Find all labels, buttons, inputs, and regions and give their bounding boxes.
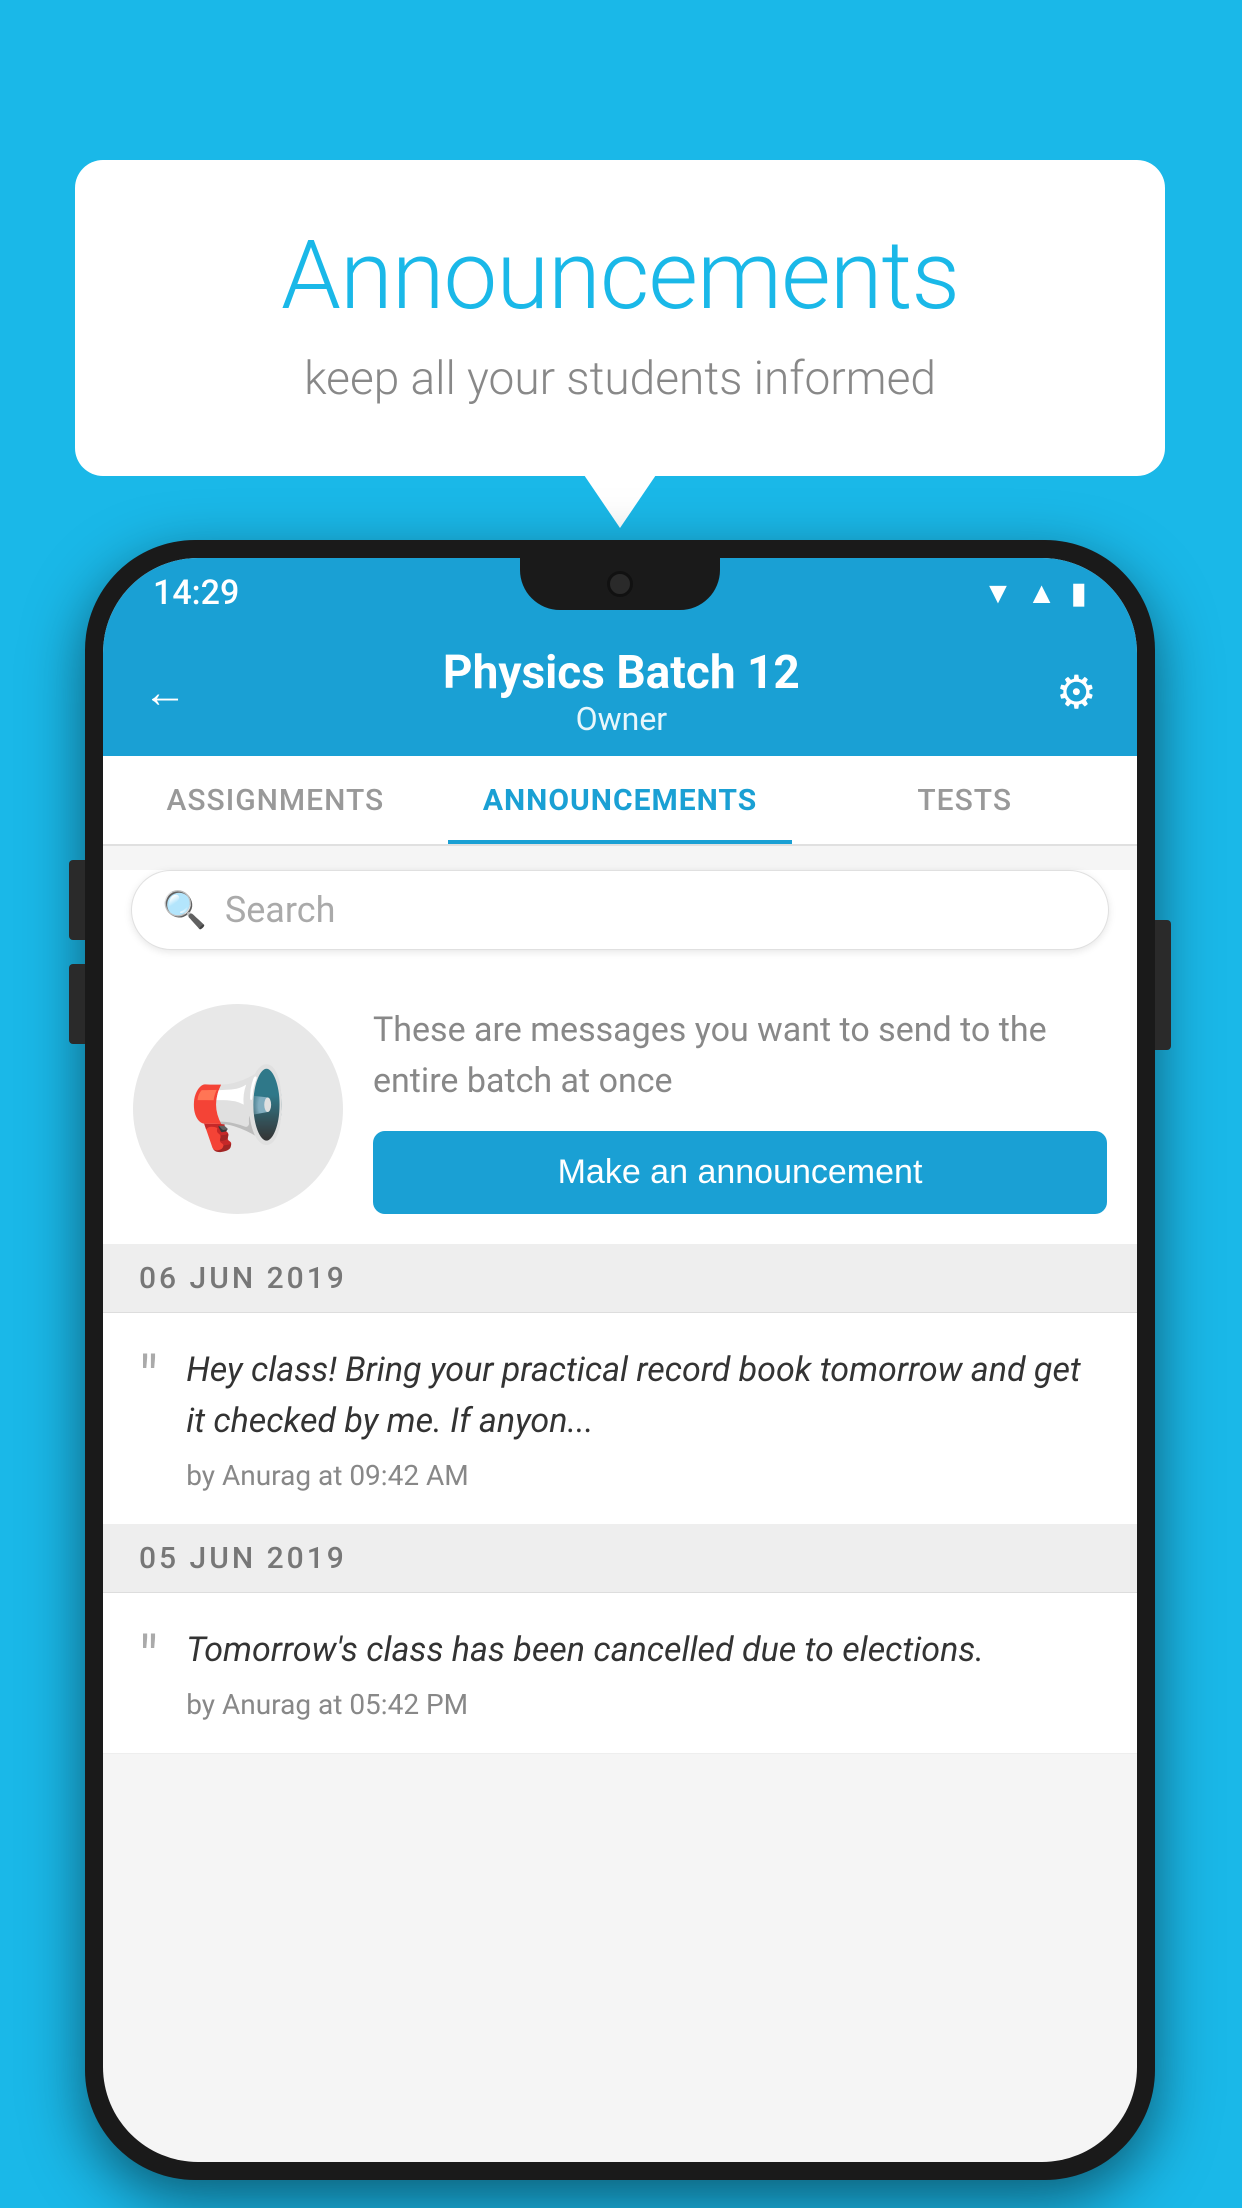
date-separator-1: 06 JUN 2019 <box>103 1245 1137 1313</box>
quote-icon-1: " <box>139 1349 158 1409</box>
settings-icon[interactable]: ⚙ <box>1056 665 1097 720</box>
tab-announcements[interactable]: ANNOUNCEMENTS <box>448 756 793 844</box>
status-icons: ▼ ▲ ▮ <box>983 576 1087 611</box>
phone-outer: 14:29 ▼ ▲ ▮ ← Physics Batch 12 Owner ⚙ <box>85 540 1155 2180</box>
bubble-title: Announcements <box>155 220 1085 332</box>
search-bar[interactable]: 🔍 Search <box>131 870 1109 950</box>
announcement-meta-1: by Anurag at 09:42 AM <box>186 1459 1101 1492</box>
bubble-subtitle: keep all your students informed <box>155 352 1085 406</box>
batch-role: Owner <box>443 700 800 738</box>
camera-dot <box>607 571 633 597</box>
wifi-icon: ▼ <box>983 576 1013 611</box>
power-button[interactable] <box>1155 920 1171 1050</box>
side-buttons-left <box>69 860 85 1068</box>
batch-title: Physics Batch 12 <box>443 646 800 700</box>
speech-bubble-section: Announcements keep all your students inf… <box>75 160 1165 476</box>
announcement-text-2: Tomorrow's class has been cancelled due … <box>186 1625 1101 1676</box>
make-announcement-button[interactable]: Make an announcement <box>373 1131 1107 1214</box>
tabs-bar: ASSIGNMENTS ANNOUNCEMENTS TESTS <box>103 756 1137 846</box>
announcement-meta-2: by Anurag at 05:42 PM <box>186 1688 1101 1721</box>
header-center: Physics Batch 12 Owner <box>443 646 800 738</box>
phone-screen: 14:29 ▼ ▲ ▮ ← Physics Batch 12 Owner ⚙ <box>103 558 1137 2162</box>
side-button-right <box>1155 920 1171 1050</box>
phone-notch <box>520 558 720 610</box>
date-separator-2: 05 JUN 2019 <box>103 1525 1137 1593</box>
battery-icon: ▮ <box>1070 576 1087 611</box>
announcement-promo: 📢 These are messages you want to send to… <box>103 974 1137 1245</box>
speech-bubble: Announcements keep all your students inf… <box>75 160 1165 476</box>
tab-assignments[interactable]: ASSIGNMENTS <box>103 756 448 844</box>
back-button[interactable]: ← <box>143 666 187 718</box>
app-header: ← Physics Batch 12 Owner ⚙ <box>103 628 1137 756</box>
search-icon: 🔍 <box>162 889 207 931</box>
volume-up-button[interactable] <box>69 860 85 940</box>
phone-mockup: 14:29 ▼ ▲ ▮ ← Physics Batch 12 Owner ⚙ <box>85 540 1155 2180</box>
announcement-content-1: Hey class! Bring your practical record b… <box>186 1345 1101 1492</box>
signal-icon: ▲ <box>1027 576 1057 611</box>
announcement-content-2: Tomorrow's class has been cancelled due … <box>186 1625 1101 1721</box>
announcement-text-1: Hey class! Bring your practical record b… <box>186 1345 1101 1447</box>
announcement-item-2: " Tomorrow's class has been cancelled du… <box>103 1593 1137 1754</box>
announcement-item-1: " Hey class! Bring your practical record… <box>103 1313 1137 1525</box>
content-area: 🔍 Search 📢 These are messages you want t… <box>103 870 1137 1754</box>
search-placeholder: Search <box>225 889 336 931</box>
volume-down-button[interactable] <box>69 964 85 1044</box>
promo-icon-circle: 📢 <box>133 1004 343 1214</box>
megaphone-icon: 📢 <box>188 1062 288 1156</box>
tab-tests[interactable]: TESTS <box>792 756 1137 844</box>
promo-description: These are messages you want to send to t… <box>373 1005 1107 1107</box>
quote-icon-2: " <box>139 1629 158 1689</box>
status-time: 14:29 <box>153 573 239 613</box>
promo-content: These are messages you want to send to t… <box>373 1005 1107 1214</box>
